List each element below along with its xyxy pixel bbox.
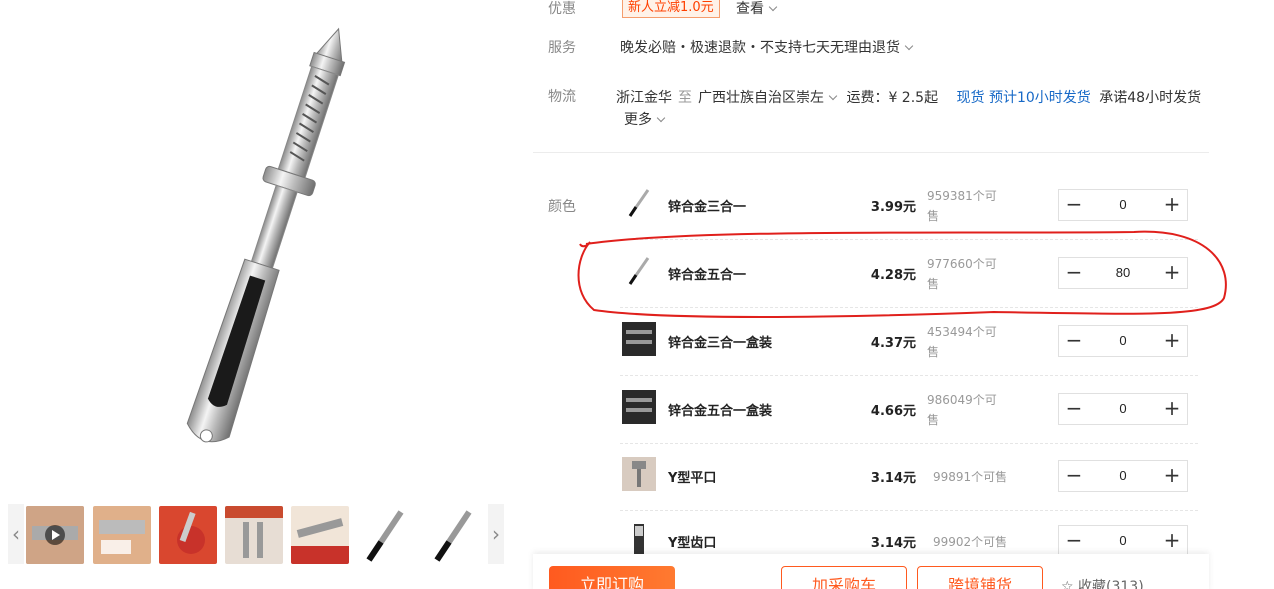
- sku-name: Y型齿口: [668, 536, 717, 551]
- plus-icon[interactable]: +: [1157, 461, 1187, 491]
- plus-icon[interactable]: +: [1157, 326, 1187, 356]
- ship-to-selector[interactable]: 广西壮族自治区崇左: [698, 90, 838, 106]
- favorite-button[interactable]: ☆ 收藏(313): [1061, 576, 1144, 589]
- chevron-down-icon: [904, 41, 914, 51]
- thumbnail-2[interactable]: [93, 506, 151, 564]
- sku-stock: 959381个可售: [927, 189, 997, 223]
- minus-icon[interactable]: −: [1059, 394, 1089, 424]
- dispatch-eta: 预计10小时发货: [988, 90, 1091, 106]
- buy-now-button[interactable]: 立即订购: [549, 566, 675, 589]
- sku-thumbnail: [622, 390, 656, 424]
- quantity-input[interactable]: [1089, 394, 1157, 424]
- plus-icon[interactable]: +: [1157, 394, 1187, 424]
- minus-icon[interactable]: −: [1059, 258, 1089, 288]
- quantity-stepper: − +: [1058, 460, 1188, 492]
- quantity-stepper: − +: [1058, 257, 1188, 289]
- sku-stock: 986049个可售: [927, 393, 997, 427]
- quantity-stepper: − +: [1058, 189, 1188, 221]
- view-coupons-link[interactable]: 查看: [736, 0, 778, 18]
- minus-icon[interactable]: −: [1059, 190, 1089, 220]
- thumb-prev-arrow-icon[interactable]: ‹: [8, 504, 24, 564]
- cross-border-distribute-button[interactable]: 跨境铺货: [917, 566, 1043, 589]
- thumbnail-video[interactable]: [26, 506, 84, 564]
- shipping-fee: 运费：¥ 2.5起: [846, 90, 939, 106]
- sku-row: Y型平口 3.14元 99891个可售 − +: [620, 443, 1198, 511]
- sku-price: 4.66元: [870, 404, 916, 419]
- discount-label: 优惠: [548, 1, 576, 17]
- thumbnail-strip: ‹ ›: [8, 504, 508, 566]
- chevron-down-icon: [768, 2, 778, 12]
- plus-icon[interactable]: +: [1157, 258, 1187, 288]
- sku-name: 锌合金五合一: [668, 268, 747, 283]
- sku-thumbnail: [622, 457, 656, 491]
- plus-icon[interactable]: +: [1157, 190, 1187, 220]
- sku-row: 锌合金五合一盒装 4.66元 986049个可售 − +: [620, 376, 1198, 444]
- sku-name: Y型平口: [668, 471, 717, 486]
- ship-to-word: 至: [678, 90, 692, 106]
- quantity-input[interactable]: [1089, 258, 1157, 288]
- thumbnail-3[interactable]: [159, 506, 217, 564]
- sku-name: 锌合金三合一盒装: [668, 336, 773, 351]
- plus-icon[interactable]: +: [1157, 526, 1187, 556]
- quantity-input[interactable]: [1089, 461, 1157, 491]
- chevron-down-icon: [828, 91, 838, 101]
- stock-status: 现货: [956, 90, 985, 106]
- sku-thumbnail: [622, 522, 656, 556]
- star-icon: ☆: [1061, 579, 1079, 589]
- sku-row: 锌合金五合一 4.28元 977660个可售 − +: [620, 240, 1198, 308]
- dispatch-promise: 承诺48小时发货: [1099, 90, 1202, 106]
- add-to-cart-button[interactable]: 加采购车: [781, 566, 907, 589]
- chevron-down-icon: [656, 113, 666, 123]
- ship-from: 浙江金华: [616, 90, 672, 106]
- more-label: 更多: [624, 112, 652, 128]
- service-terms-text: 晚发必赔・极速退款・不支持七天无理由退货: [620, 40, 900, 56]
- view-label: 查看: [736, 1, 764, 17]
- sku-price: 4.28元: [870, 268, 916, 283]
- sku-stock: 453494个可售: [927, 325, 997, 359]
- sku-price: 3.14元: [870, 471, 916, 486]
- sku-stock: 99902个可售: [933, 535, 1008, 549]
- sku-thumbnail: [622, 322, 656, 356]
- quantity-stepper: − +: [1058, 325, 1188, 357]
- color-label: 颜色: [548, 199, 576, 215]
- sku-stock: 99891个可售: [933, 470, 1008, 484]
- sku-name: 锌合金五合一盒装: [668, 404, 773, 419]
- quantity-input[interactable]: [1089, 526, 1157, 556]
- minus-icon[interactable]: −: [1059, 461, 1089, 491]
- service-terms-dropdown[interactable]: 晚发必赔・极速退款・不支持七天无理由退货: [620, 37, 914, 57]
- shipping-info: 浙江金华至广西壮族自治区崇左 运费：¥ 2.5起 现货 预计10小时发货 承诺4…: [616, 87, 1201, 107]
- sku-price: 3.14元: [870, 536, 916, 551]
- new-user-coupon-badge: 新人立减1.0元: [622, 0, 720, 18]
- service-label: 服务: [548, 40, 576, 56]
- logistics-label: 物流: [548, 89, 576, 105]
- sku-thumbnail: [622, 254, 656, 288]
- sku-stock: 977660个可售: [927, 257, 997, 291]
- thumb-next-arrow-icon[interactable]: ›: [488, 504, 504, 564]
- thumbnail-6[interactable]: [357, 506, 415, 564]
- sku-row: 锌合金三合一盒装 4.37元 453494个可售 − +: [620, 308, 1198, 376]
- sku-thumbnail: [622, 186, 656, 220]
- sku-price: 3.99元: [870, 200, 916, 215]
- main-product-image[interactable]: [40, 0, 500, 470]
- sku-name: 锌合金三合一: [668, 200, 747, 215]
- ship-to: 广西壮族自治区崇左: [698, 90, 824, 106]
- minus-icon[interactable]: −: [1059, 526, 1089, 556]
- thumbnail-7[interactable]: [423, 506, 481, 564]
- sku-price: 4.37元: [870, 336, 916, 351]
- thumbnail-5[interactable]: [291, 506, 349, 564]
- sku-row: 锌合金三合一 3.99元 959381个可售 − +: [620, 172, 1198, 240]
- quantity-input[interactable]: [1089, 190, 1157, 220]
- favorite-label: 收藏(313): [1078, 579, 1144, 589]
- minus-icon[interactable]: −: [1059, 326, 1089, 356]
- divider: [533, 152, 1209, 153]
- quantity-stepper: − +: [1058, 525, 1188, 557]
- more-logistics-link[interactable]: 更多: [624, 109, 666, 129]
- quantity-stepper: − +: [1058, 393, 1188, 425]
- action-bar: 立即订购 加采购车 跨境铺货 ☆ 收藏(313): [533, 554, 1209, 589]
- thumbnail-4[interactable]: [225, 506, 283, 564]
- quantity-input[interactable]: [1089, 326, 1157, 356]
